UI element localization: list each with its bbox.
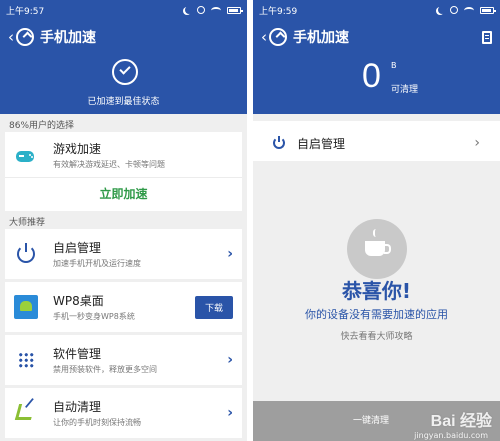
left-screen: 上午9:57 ‹ 手机加速 已加速到最佳状态 86%用户的选择 游戏加速 有效解… bbox=[0, 0, 247, 441]
title-bar: ‹ 手机加速 bbox=[0, 20, 247, 54]
back-chevron-icon[interactable]: ‹ bbox=[261, 28, 267, 46]
hero-status: 已加速到最佳状态 bbox=[0, 54, 247, 114]
rocket-icon bbox=[16, 28, 34, 46]
auto-start-row[interactable]: 自启管理 › bbox=[253, 121, 500, 165]
page-title: 手机加速 bbox=[293, 30, 349, 46]
chevron-right-icon: › bbox=[227, 246, 233, 262]
alarm-icon bbox=[450, 6, 458, 14]
chevron-right-icon: › bbox=[227, 352, 233, 368]
battery-icon bbox=[227, 6, 243, 14]
cleanable-size-value: 0 bbox=[362, 57, 381, 95]
empty-state: 恭喜你! 你的设备没有需要加速的应用 快去看看大师攻略 bbox=[253, 161, 500, 401]
item-desc: 禁用预装软件，释放更多空间 bbox=[53, 365, 157, 374]
wifi-icon bbox=[211, 6, 221, 14]
power-icon bbox=[17, 243, 35, 263]
size-unit: B bbox=[391, 61, 397, 70]
check-circle-icon bbox=[112, 59, 138, 85]
moon-icon bbox=[185, 6, 193, 14]
download-button[interactable]: 下载 bbox=[194, 295, 233, 319]
chevron-right-icon: › bbox=[474, 135, 480, 151]
game-accel-card: 游戏加速 有效解决游戏延迟、卡顿等问题 立即加速 bbox=[5, 132, 242, 211]
game-accel-title: 游戏加速 bbox=[53, 141, 102, 156]
congrats-heading: 恭喜你! bbox=[341, 279, 412, 303]
hero-text: 已加速到最佳状态 bbox=[87, 97, 160, 107]
gamepad-icon bbox=[16, 150, 34, 162]
rocket-icon bbox=[269, 28, 287, 46]
chevron-right-icon: › bbox=[227, 405, 233, 421]
moon-icon bbox=[438, 6, 446, 14]
item-desc: 加速手机开机及运行速度 bbox=[53, 259, 141, 268]
list-item-software[interactable]: 软件管理 禁用预装软件，释放更多空间 › bbox=[5, 335, 242, 385]
status-time: 上午9:57 bbox=[6, 6, 45, 17]
list-item-auto-start[interactable]: 自启管理 加速手机开机及运行速度 › bbox=[5, 229, 242, 279]
section-master-recommend: 大师推荐 bbox=[9, 218, 46, 228]
broom-icon bbox=[14, 404, 36, 420]
right-screen: 上午9:59 ‹ 手机加速 0 B 可清理 自启管理 › 恭喜你! 你的设备没有… bbox=[253, 0, 500, 441]
item-title: 自动清理 bbox=[53, 400, 102, 414]
status-time: 上午9:59 bbox=[259, 6, 298, 17]
android-icon bbox=[14, 295, 38, 319]
cup-badge bbox=[347, 219, 407, 279]
battery-icon bbox=[480, 6, 496, 14]
status-icons bbox=[183, 6, 243, 14]
section-users-choice: 86%用户的选择 bbox=[9, 121, 75, 131]
list-item-auto-clean[interactable]: 自动清理 让你的手机时刻保持流畅 › bbox=[5, 388, 242, 438]
item-desc: 让你的手机时刻保持流畅 bbox=[53, 418, 141, 427]
grid-icon bbox=[18, 352, 34, 368]
game-accel-row[interactable]: 游戏加速 有效解决游戏延迟、卡顿等问题 bbox=[5, 132, 242, 178]
clean-summary: 0 B 可清理 bbox=[253, 54, 500, 114]
game-accel-desc: 有效解决游戏延迟、卡顿等问题 bbox=[53, 159, 165, 169]
item-title: WP8桌面 bbox=[53, 294, 104, 308]
auto-start-label: 自启管理 bbox=[297, 136, 346, 151]
watermark-url: jingyan.baidu.com bbox=[414, 431, 488, 440]
list-item-wp8[interactable]: WP8桌面 手机一秒变身WP8系统 下载 bbox=[5, 282, 242, 332]
status-icons bbox=[436, 6, 496, 14]
item-desc: 手机一秒变身WP8系统 bbox=[53, 312, 135, 321]
status-bar: 上午9:59 bbox=[253, 0, 500, 20]
item-title: 自启管理 bbox=[53, 241, 102, 255]
status-bar: 上午9:57 bbox=[0, 0, 247, 20]
accelerate-now-button[interactable]: 立即加速 bbox=[5, 178, 242, 211]
alarm-icon bbox=[197, 6, 205, 14]
cleanable-label: 可清理 bbox=[391, 85, 419, 95]
power-icon bbox=[273, 136, 285, 149]
one-click-clean-label: 一键清理 bbox=[353, 416, 390, 426]
page-title: 手机加速 bbox=[40, 30, 96, 46]
watermark-logo: Bai 经验 bbox=[430, 413, 492, 430]
master-guide-link[interactable]: 快去看看大师攻略 bbox=[253, 329, 500, 342]
cup-icon bbox=[365, 241, 391, 256]
no-apps-message: 你的设备没有需要加速的应用 bbox=[305, 308, 448, 321]
document-icon[interactable] bbox=[482, 30, 492, 44]
back-chevron-icon[interactable]: ‹ bbox=[8, 28, 14, 46]
item-title: 软件管理 bbox=[53, 347, 102, 361]
wifi-icon bbox=[464, 6, 474, 14]
title-bar: ‹ 手机加速 bbox=[253, 20, 500, 54]
